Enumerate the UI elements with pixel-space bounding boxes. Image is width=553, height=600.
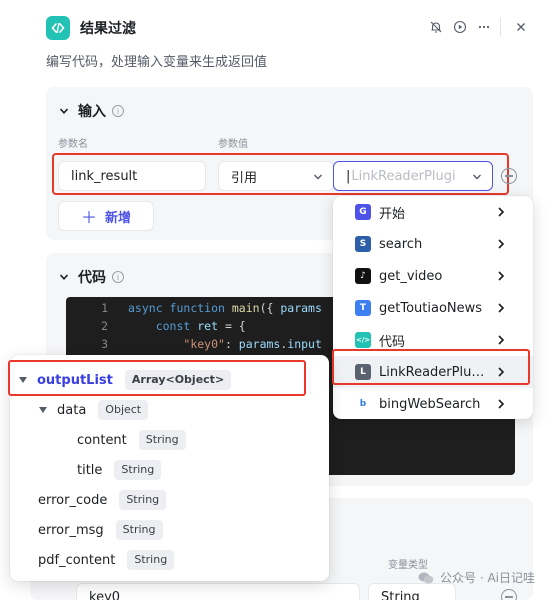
chevron-right-icon [498, 271, 505, 281]
info-icon[interactable]: i [112, 271, 124, 283]
menu-item-label: bingWebSearch [379, 396, 481, 412]
reference-node-menu: G 开始 Ssearch ♪ get_video TgetToutiaoNews </> 代码… [333, 196, 533, 419]
menu-item-label: getToutiaoNews [379, 300, 483, 316]
code-token: main [231, 301, 260, 315]
input-section-title: 输入 [78, 104, 106, 120]
header-actions [424, 14, 553, 40]
code-token: async [128, 301, 170, 315]
chevron-right-icon [498, 207, 505, 217]
tree-row-label: error_code [38, 492, 108, 508]
line-number: 2 [101, 319, 108, 333]
code-section-title: 代码 [78, 270, 106, 286]
menu-item-label: search [379, 236, 423, 252]
menu-item-start[interactable]: G 开始 [333, 196, 533, 228]
code-token: input [287, 337, 322, 351]
remove-param-icon[interactable] [501, 168, 517, 184]
chevron-down-icon [59, 108, 69, 114]
code-line[interactable]: 3 "key0": params. input [66, 335, 322, 353]
code-token: : [224, 337, 239, 351]
play-icon[interactable] [448, 14, 472, 40]
wechat-icon [418, 572, 434, 583]
line-number: 1 [101, 301, 108, 315]
tree-row-pdf-content[interactable]: pdf_content String [38, 547, 175, 573]
node-description: 编写代码，处理输入变量来生成返回值 [46, 55, 268, 70]
type-badge: String [119, 490, 167, 510]
tree-row-label: title [77, 462, 103, 478]
node-title[interactable]: 结果过滤 [80, 18, 136, 38]
tree-row-content[interactable]: content String [77, 427, 186, 453]
chevron-right-icon [498, 335, 505, 345]
watermark-text: 公众号 · Ai日记哇 [440, 571, 535, 585]
toutiao-icon: T [355, 300, 371, 316]
code-token: = { [218, 319, 246, 333]
add-param-button[interactable]: ＋ 新增 [58, 201, 154, 231]
menu-item-toutiao[interactable]: TgetToutiaoNews [333, 292, 533, 324]
code-section-header[interactable]: 代码 i [58, 267, 124, 287]
code-token: "key0" [183, 337, 225, 351]
code-line[interactable]: 2 const ret = { [66, 317, 246, 335]
menu-item-label: 代码 [379, 334, 406, 350]
info-icon[interactable]: i [112, 105, 124, 117]
tree-row-error-msg[interactable]: error_msg String [38, 517, 163, 543]
tree-row-label: error_msg [38, 522, 104, 538]
tiktok-icon: ♪ [355, 268, 371, 284]
menu-item-label: 开始 [379, 206, 406, 222]
tree-row-title[interactable]: title String [77, 457, 162, 483]
param-value-label: 参数值 [218, 139, 248, 150]
code-token: function [169, 301, 232, 315]
input-section-header[interactable]: 输入 i [58, 101, 124, 121]
output-name-input[interactable]: key0 [76, 583, 360, 600]
output-type-value: String [381, 589, 420, 600]
tree-row-label: pdf_content [38, 552, 116, 568]
tree-row-data[interactable]: data Object [38, 397, 149, 423]
close-icon[interactable] [509, 14, 533, 40]
menu-item-tiktok[interactable]: ♪ get_video [333, 260, 533, 292]
code-icon: </> [355, 332, 371, 348]
tree-row-error-code[interactable]: error_code String [38, 487, 167, 513]
menu-item-highlight [332, 349, 530, 385]
chevron-right-icon [498, 239, 505, 249]
tree-row-label: content [77, 432, 127, 448]
watermark: 公众号 · Ai日记哇 [418, 569, 535, 586]
code-token: params [280, 301, 322, 315]
menu-item-label: get_video [379, 268, 443, 284]
line-number: 3 [101, 337, 108, 351]
tree-row-label: data [57, 402, 87, 418]
code-line[interactable]: 1 async function main({ params [66, 299, 322, 317]
code-node-icon [46, 16, 70, 40]
more-icon[interactable] [472, 14, 496, 40]
caret-down-icon[interactable] [38, 406, 48, 414]
code-token: ({ [259, 301, 281, 315]
code-node-panel: 结果过滤 编写代码，处理输入变量来生成返回值 输入 i 参数名 参数值 link… [0, 0, 553, 600]
header-divider [500, 18, 501, 36]
input-row-highlight [52, 153, 509, 195]
menu-item-search-plugin[interactable]: Ssearch [333, 228, 533, 260]
type-badge: String [114, 460, 162, 480]
tree-row-highlight [8, 360, 306, 396]
remove-output-icon[interactable] [501, 589, 517, 600]
bell-off-icon[interactable] [424, 14, 448, 40]
chevron-right-icon [498, 399, 505, 409]
type-badge: String [115, 520, 163, 540]
menu-item-bing[interactable]: b bingWebSearch [333, 388, 533, 420]
code-token: params [238, 337, 281, 351]
type-badge: Object [98, 400, 149, 420]
chevron-down-icon [59, 274, 69, 280]
type-badge: String [138, 430, 186, 450]
plus-icon: ＋ [80, 208, 97, 227]
search-plugin-icon: S [355, 236, 371, 252]
add-param-label: 新增 [105, 210, 132, 226]
code-token: const [155, 319, 198, 333]
chevron-right-icon [498, 303, 505, 313]
code-token: ret [197, 319, 219, 333]
param-name-label: 参数名 [58, 139, 88, 150]
code-token: . [280, 337, 288, 351]
start-icon: G [355, 204, 371, 220]
type-badge: String [127, 550, 175, 570]
bing-icon: b [355, 396, 371, 412]
